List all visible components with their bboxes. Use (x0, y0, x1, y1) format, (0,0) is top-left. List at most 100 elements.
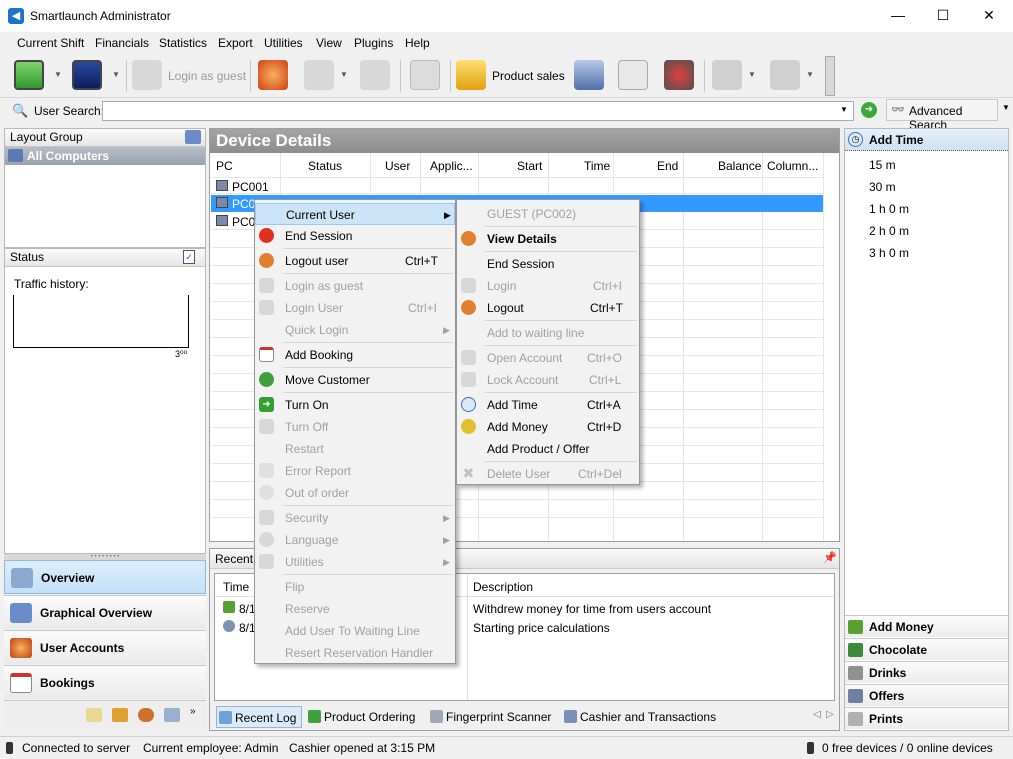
prints-button[interactable]: Prints (845, 707, 1008, 729)
column-header-start[interactable]: Start (517, 159, 542, 173)
menu-current-shift[interactable]: Current Shift (17, 36, 84, 50)
time-option-3h[interactable]: 3 h 0 m (869, 246, 909, 260)
tab-recent-log-label: Recent Log (235, 711, 297, 725)
cash-register-icon[interactable] (574, 60, 604, 90)
drinks-button[interactable]: Drinks (845, 661, 1008, 683)
chevron-down-icon[interactable]: ▼ (840, 105, 848, 114)
delete-icon: ✖ (462, 465, 475, 481)
column-header-balance[interactable]: Balance (718, 159, 761, 173)
submenu-item-end-session[interactable]: End Session (457, 253, 639, 275)
nav-graphical-overview[interactable]: Graphical Overview (4, 595, 206, 629)
column-header-end[interactable]: End (657, 159, 678, 173)
report-icon[interactable] (164, 708, 180, 722)
time-option-30m[interactable]: 30 m (869, 180, 896, 194)
more-chevron-icon[interactable]: » (190, 706, 196, 717)
monitor-green-icon[interactable] (14, 60, 44, 90)
menu-item-logout-user[interactable]: Logout user Ctrl+T (255, 250, 455, 272)
table-row[interactable]: PC001 (211, 178, 823, 195)
user-add-icon[interactable] (138, 708, 154, 722)
product-sales-icon[interactable] (456, 60, 486, 90)
column-header-time[interactable]: Time (584, 159, 610, 173)
joystick-icon[interactable] (664, 60, 694, 90)
coins-icon[interactable] (112, 708, 128, 722)
add-time-header[interactable]: ◷ Add Time (845, 129, 1008, 151)
menu-item-end-session[interactable]: End Session (255, 225, 455, 247)
device-details-title: Device Details (210, 129, 839, 153)
time-option-1h[interactable]: 1 h 0 m (869, 202, 909, 216)
nav-bookings[interactable]: Bookings (4, 665, 206, 699)
user-search-input[interactable] (102, 101, 854, 121)
menu-item-label: Language (285, 533, 339, 547)
tab-fingerprint-scanner[interactable]: Fingerprint Scanner (428, 706, 551, 728)
nav-user-accounts[interactable]: User Accounts (4, 630, 206, 664)
toolbar-overflow-icon[interactable] (825, 56, 835, 96)
menu-item-label: Current User (286, 208, 355, 222)
menu-item-add-user-waiting-line: Add User To Waiting Line (255, 620, 455, 642)
submenu-arrow-icon: ▶ (443, 535, 450, 545)
maximize-button[interactable]: ☐ (920, 0, 966, 30)
chocolate-button[interactable]: Chocolate (845, 638, 1008, 660)
menu-financials[interactable]: Financials (95, 36, 149, 50)
submenu-item-add-time[interactable]: Add Time Ctrl+A (457, 394, 639, 416)
column-header-description[interactable]: Description (473, 580, 533, 594)
submenu-item-add-money[interactable]: Add Money Ctrl+D (457, 416, 639, 438)
column-header-status[interactable]: Status (308, 159, 342, 173)
search-bar: 🔍 User Search: ▼ ➜ 👓 Advanced Search ▼ (0, 99, 1013, 132)
add-money-button[interactable]: Add Money (845, 615, 1008, 637)
dropdown-arrow-icon[interactable]: ▼ (54, 70, 62, 79)
menu-item-current-user[interactable]: Current User ▶ (255, 203, 455, 225)
dropdown-arrow-icon[interactable]: ▼ (112, 70, 120, 79)
time-option-2h[interactable]: 2 h 0 m (869, 224, 909, 238)
tab-recent-log[interactable]: Recent Log (216, 706, 302, 728)
monitor-night-icon[interactable] (72, 60, 102, 90)
column-header-extra[interactable]: Column... (767, 159, 818, 173)
nav-graphical-overview-label: Graphical Overview (40, 606, 153, 620)
time-option-15m[interactable]: 15 m (869, 158, 896, 172)
menu-item-label: Login (487, 279, 517, 293)
menu-statistics[interactable]: Statistics (159, 36, 207, 50)
gear-icon (259, 485, 274, 500)
go-arrow-icon[interactable]: ➜ (861, 102, 877, 118)
advanced-search-button[interactable]: 👓 Advanced Search (886, 99, 998, 132)
menu-item-label: Restart (285, 442, 324, 456)
printer-icon[interactable] (618, 60, 648, 90)
column-header-application[interactable]: Applic... (430, 159, 473, 173)
notes-icon[interactable] (86, 708, 102, 722)
menu-item-move-customer[interactable]: Move Customer (255, 369, 455, 391)
menu-plugins[interactable]: Plugins (354, 36, 393, 50)
product-sales-button[interactable]: Product sales (492, 69, 565, 83)
tab-scroll-right-icon[interactable]: ▷ (826, 709, 834, 720)
menu-item-label: Security (285, 511, 329, 525)
menu-item-shortcut: Ctrl+I (593, 279, 623, 293)
checklist-icon[interactable]: ✓ (183, 250, 195, 264)
menu-item-turn-on[interactable]: ➜ Turn On (255, 394, 455, 416)
pin-icon[interactable]: 📌 (823, 551, 837, 564)
column-header-time[interactable]: Time (223, 580, 249, 594)
nav-bookings-label: Bookings (40, 676, 95, 690)
user-orange-icon[interactable] (258, 60, 288, 90)
menu-item-add-booking[interactable]: Add Booking (255, 344, 455, 366)
column-header-pc[interactable]: PC (216, 159, 233, 173)
submenu-item-view-details[interactable]: View Details (457, 228, 639, 250)
menu-utilities[interactable]: Utilities (264, 36, 303, 50)
menu-view[interactable]: View (316, 36, 342, 50)
minimize-button[interactable]: — (875, 0, 921, 30)
column-header-user[interactable]: User (385, 159, 410, 173)
close-button[interactable]: ✕ (966, 0, 1012, 30)
offers-button[interactable]: Offers (845, 684, 1008, 706)
menu-item-security: Security ▶ (255, 507, 455, 529)
nav-overview[interactable]: Overview (4, 560, 206, 594)
tab-cashier-transactions[interactable]: Cashier and Transactions (562, 706, 716, 728)
submenu-item-add-product-offer[interactable]: Add Product / Offer (457, 438, 639, 460)
all-computers-item[interactable]: All Computers (5, 147, 205, 165)
menu-help[interactable]: Help (405, 36, 430, 50)
login-as-guest-button[interactable]: Login as guest (168, 69, 246, 83)
dropdown-arrow-icon[interactable]: ▼ (1002, 103, 1010, 112)
network-icon[interactable] (185, 130, 201, 144)
tab-product-ordering[interactable]: Product Ordering (306, 706, 415, 728)
tab-scroll-left-icon[interactable]: ◁ (813, 709, 821, 720)
menu-export[interactable]: Export (218, 36, 253, 50)
user-lock-icon (304, 60, 334, 90)
tab-fingerprint-scanner-label: Fingerprint Scanner (446, 710, 552, 724)
submenu-item-logout[interactable]: Logout Ctrl+T (457, 297, 639, 319)
